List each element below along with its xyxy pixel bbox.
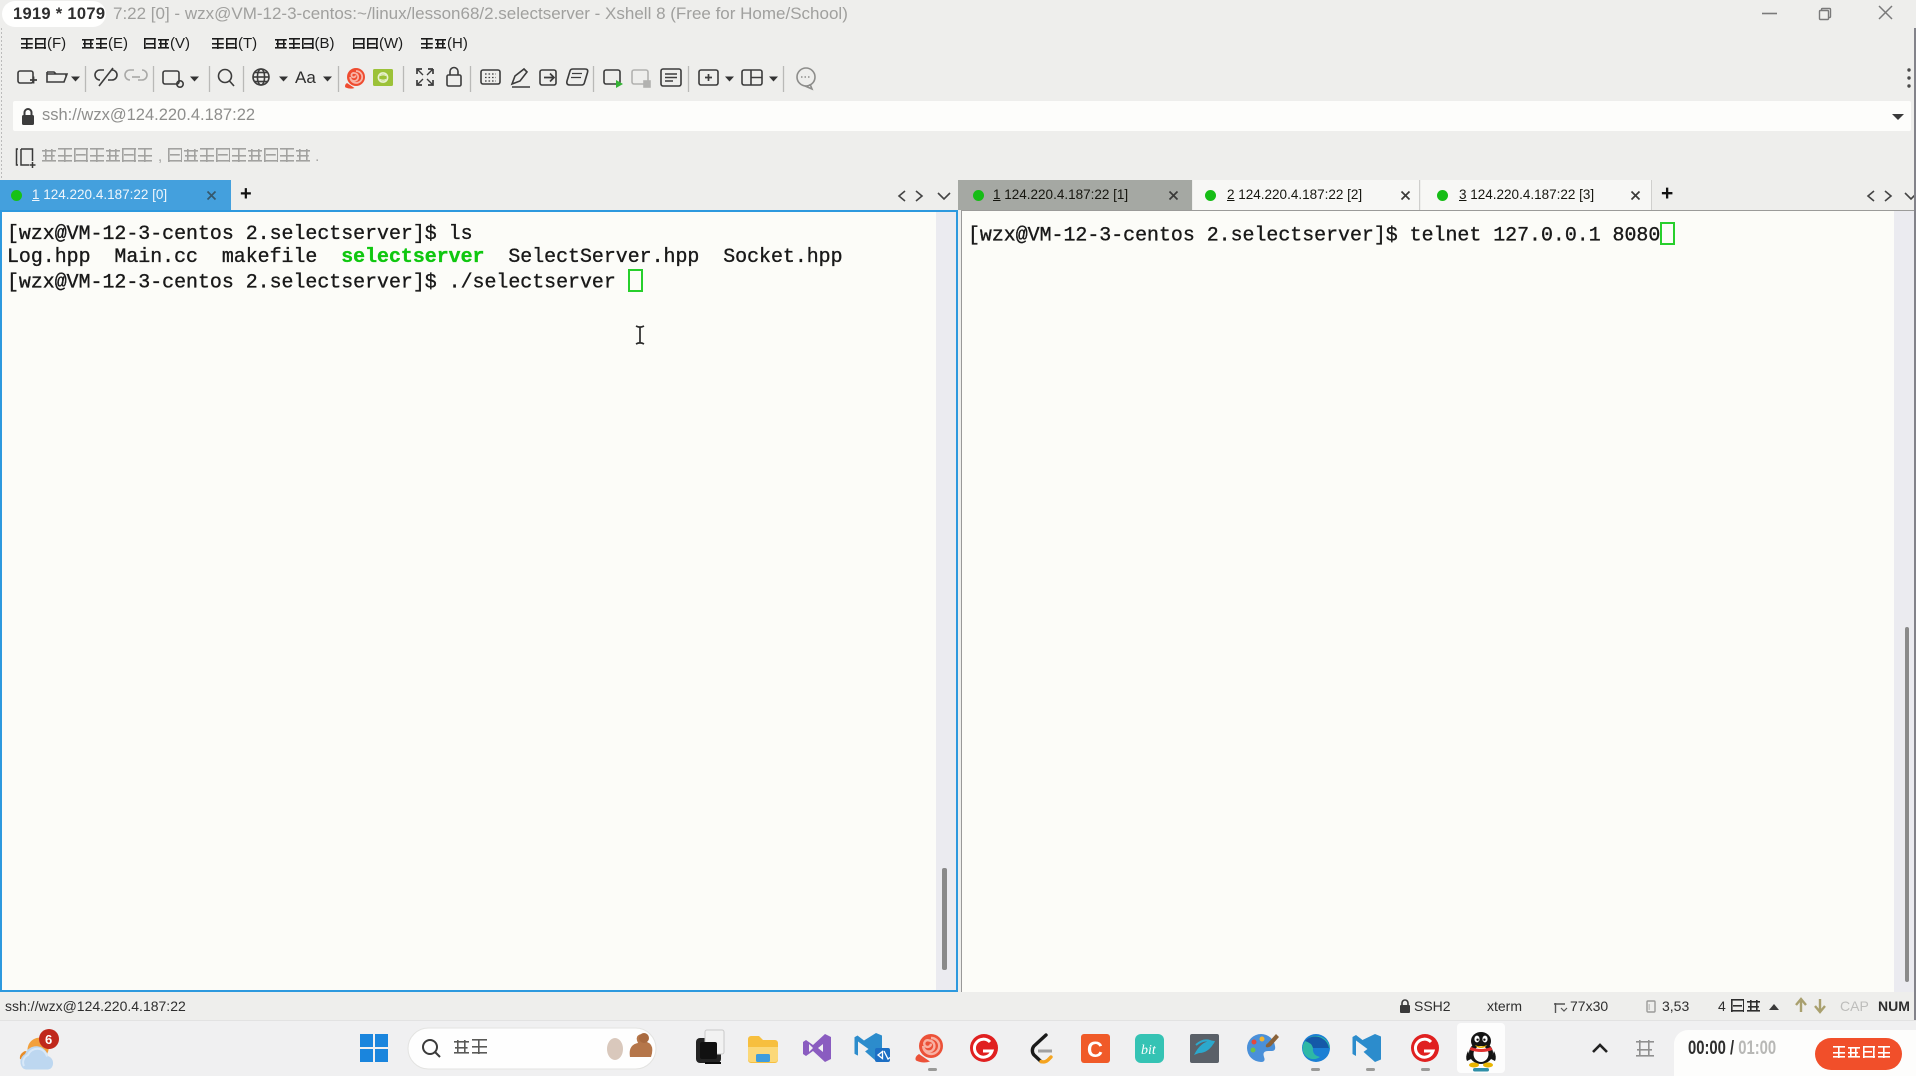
svg-text:C: C — [1087, 1037, 1103, 1062]
svg-text:6: 6 — [45, 1032, 52, 1047]
svg-text:Aa: Aa — [295, 68, 316, 87]
svg-text:bit: bit — [1141, 1043, 1157, 1058]
svg-text:I: I — [1648, 1003, 1650, 1012]
